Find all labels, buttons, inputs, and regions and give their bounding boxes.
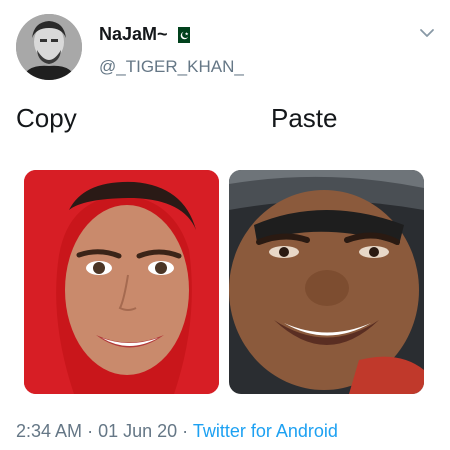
pakistan-flag-icon [173,26,190,43]
man-photo [229,170,424,394]
author-handle[interactable]: @_TIGER_KHAN_ [99,57,244,77]
caption-right: Paste [271,103,338,133]
tweet-source-link[interactable]: Twitter for Android [193,421,338,441]
caption-left: Copy [16,103,77,133]
avatar[interactable] [16,14,82,80]
tweet-date[interactable]: 01 Jun 20 [98,421,177,441]
tweet-image-right[interactable] [229,170,424,394]
woman-photo [24,170,219,394]
meta-separator: · [87,421,94,441]
meta-separator: · [182,421,189,441]
avatar-image [16,14,82,80]
tweet-image-left[interactable] [24,170,219,394]
tweet-time[interactable]: 2:34 AM [16,421,82,441]
display-name-text: NaJaM~ [99,24,168,44]
author-display-name[interactable]: NaJaM~ [99,24,190,45]
chevron-down-icon[interactable] [418,24,436,42]
tweet-meta: 2:34 AM · 01 Jun 20 · Twitter for Androi… [16,421,338,442]
